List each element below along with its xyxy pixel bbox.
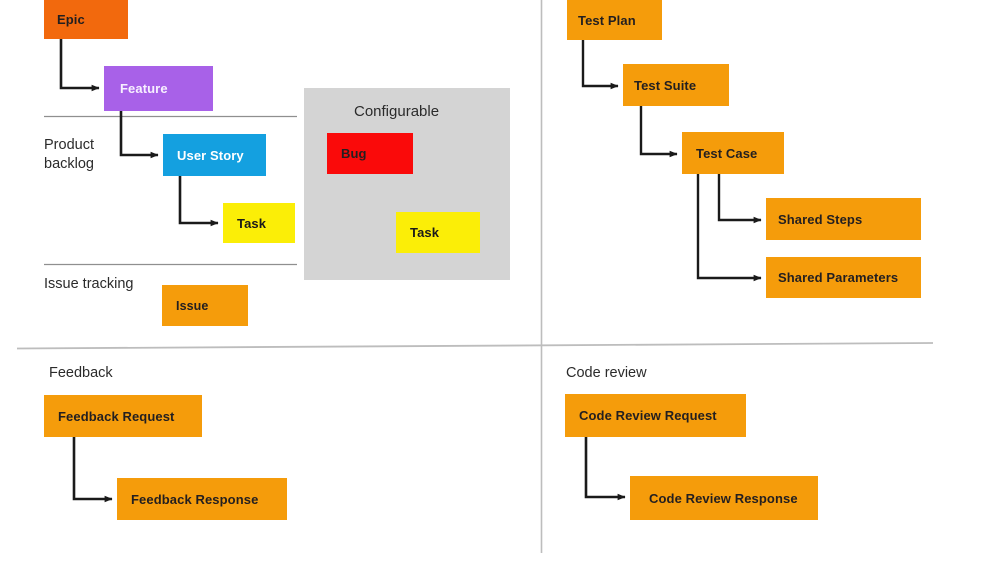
- node-feedback-response-label: Feedback Response: [131, 491, 259, 507]
- connector-test-suite-test-case: [639, 106, 678, 158]
- node-code-review-response-label: Code Review Response: [649, 490, 798, 506]
- group-configurable-title: Configurable: [354, 103, 440, 120]
- divider-quadrant-horizontal: [16, 342, 934, 350]
- node-task-configurable[interactable]: Task: [396, 212, 480, 253]
- node-user-story[interactable]: User Story: [163, 134, 266, 176]
- node-task-backlog[interactable]: Task: [223, 203, 295, 243]
- connector-test-case-shared-steps: [717, 174, 762, 224]
- node-shared-parameters[interactable]: Shared Parameters: [766, 257, 921, 298]
- node-feature[interactable]: Feature: [104, 66, 213, 111]
- section-label-feedback: Feedback: [49, 365, 113, 381]
- node-feedback-request[interactable]: Feedback Request: [44, 395, 202, 437]
- node-issue[interactable]: Issue: [162, 285, 248, 326]
- connector-feature-user-story: [119, 111, 159, 159]
- connector-test-plan-test-suite: [581, 40, 619, 90]
- work-item-hierarchy-diagram: Configurable Product backlog Issue track…: [0, 0, 1000, 562]
- node-epic[interactable]: Epic: [44, 0, 128, 39]
- node-code-review-request[interactable]: Code Review Request: [565, 394, 746, 437]
- node-code-review-request-label: Code Review Request: [579, 408, 717, 423]
- node-shared-steps[interactable]: Shared Steps: [766, 198, 921, 240]
- node-test-suite[interactable]: Test Suite: [623, 64, 729, 106]
- node-test-case[interactable]: Test Case: [682, 132, 784, 174]
- node-shared-steps-label: Shared Steps: [778, 211, 863, 227]
- node-test-case-label: Test Case: [696, 145, 758, 161]
- node-feedback-request-label: Feedback Request: [58, 408, 175, 424]
- node-task-backlog-label: Task: [237, 215, 267, 231]
- section-label-code-review: Code review: [566, 365, 647, 381]
- section-label-product-backlog: Product backlog: [44, 137, 94, 172]
- connector-user-story-task: [178, 176, 219, 227]
- node-feedback-response[interactable]: Feedback Response: [117, 478, 287, 520]
- node-feature-label: Feature: [120, 81, 168, 96]
- node-test-plan-label: Test Plan: [578, 12, 636, 28]
- node-test-plan[interactable]: Test Plan: [567, 0, 662, 40]
- node-bug[interactable]: Bug: [327, 133, 413, 174]
- node-shared-parameters-label: Shared Parameters: [778, 270, 899, 285]
- node-user-story-label: User Story: [177, 147, 244, 163]
- connector-feedback-request-response: [72, 437, 113, 503]
- node-bug-label: Bug: [341, 146, 367, 161]
- connector-code-review-request-response: [584, 437, 626, 501]
- connector-epic-feature: [59, 39, 100, 92]
- node-code-review-response[interactable]: Code Review Response: [630, 476, 818, 520]
- node-epic-label: Epic: [57, 12, 85, 27]
- connector-test-case-shared-parameters: [696, 174, 762, 282]
- section-label-issue-tracking: Issue tracking: [44, 276, 134, 292]
- node-test-suite-label: Test Suite: [634, 77, 697, 93]
- node-issue-label: Issue: [176, 298, 209, 313]
- node-task-configurable-label: Task: [410, 225, 440, 240]
